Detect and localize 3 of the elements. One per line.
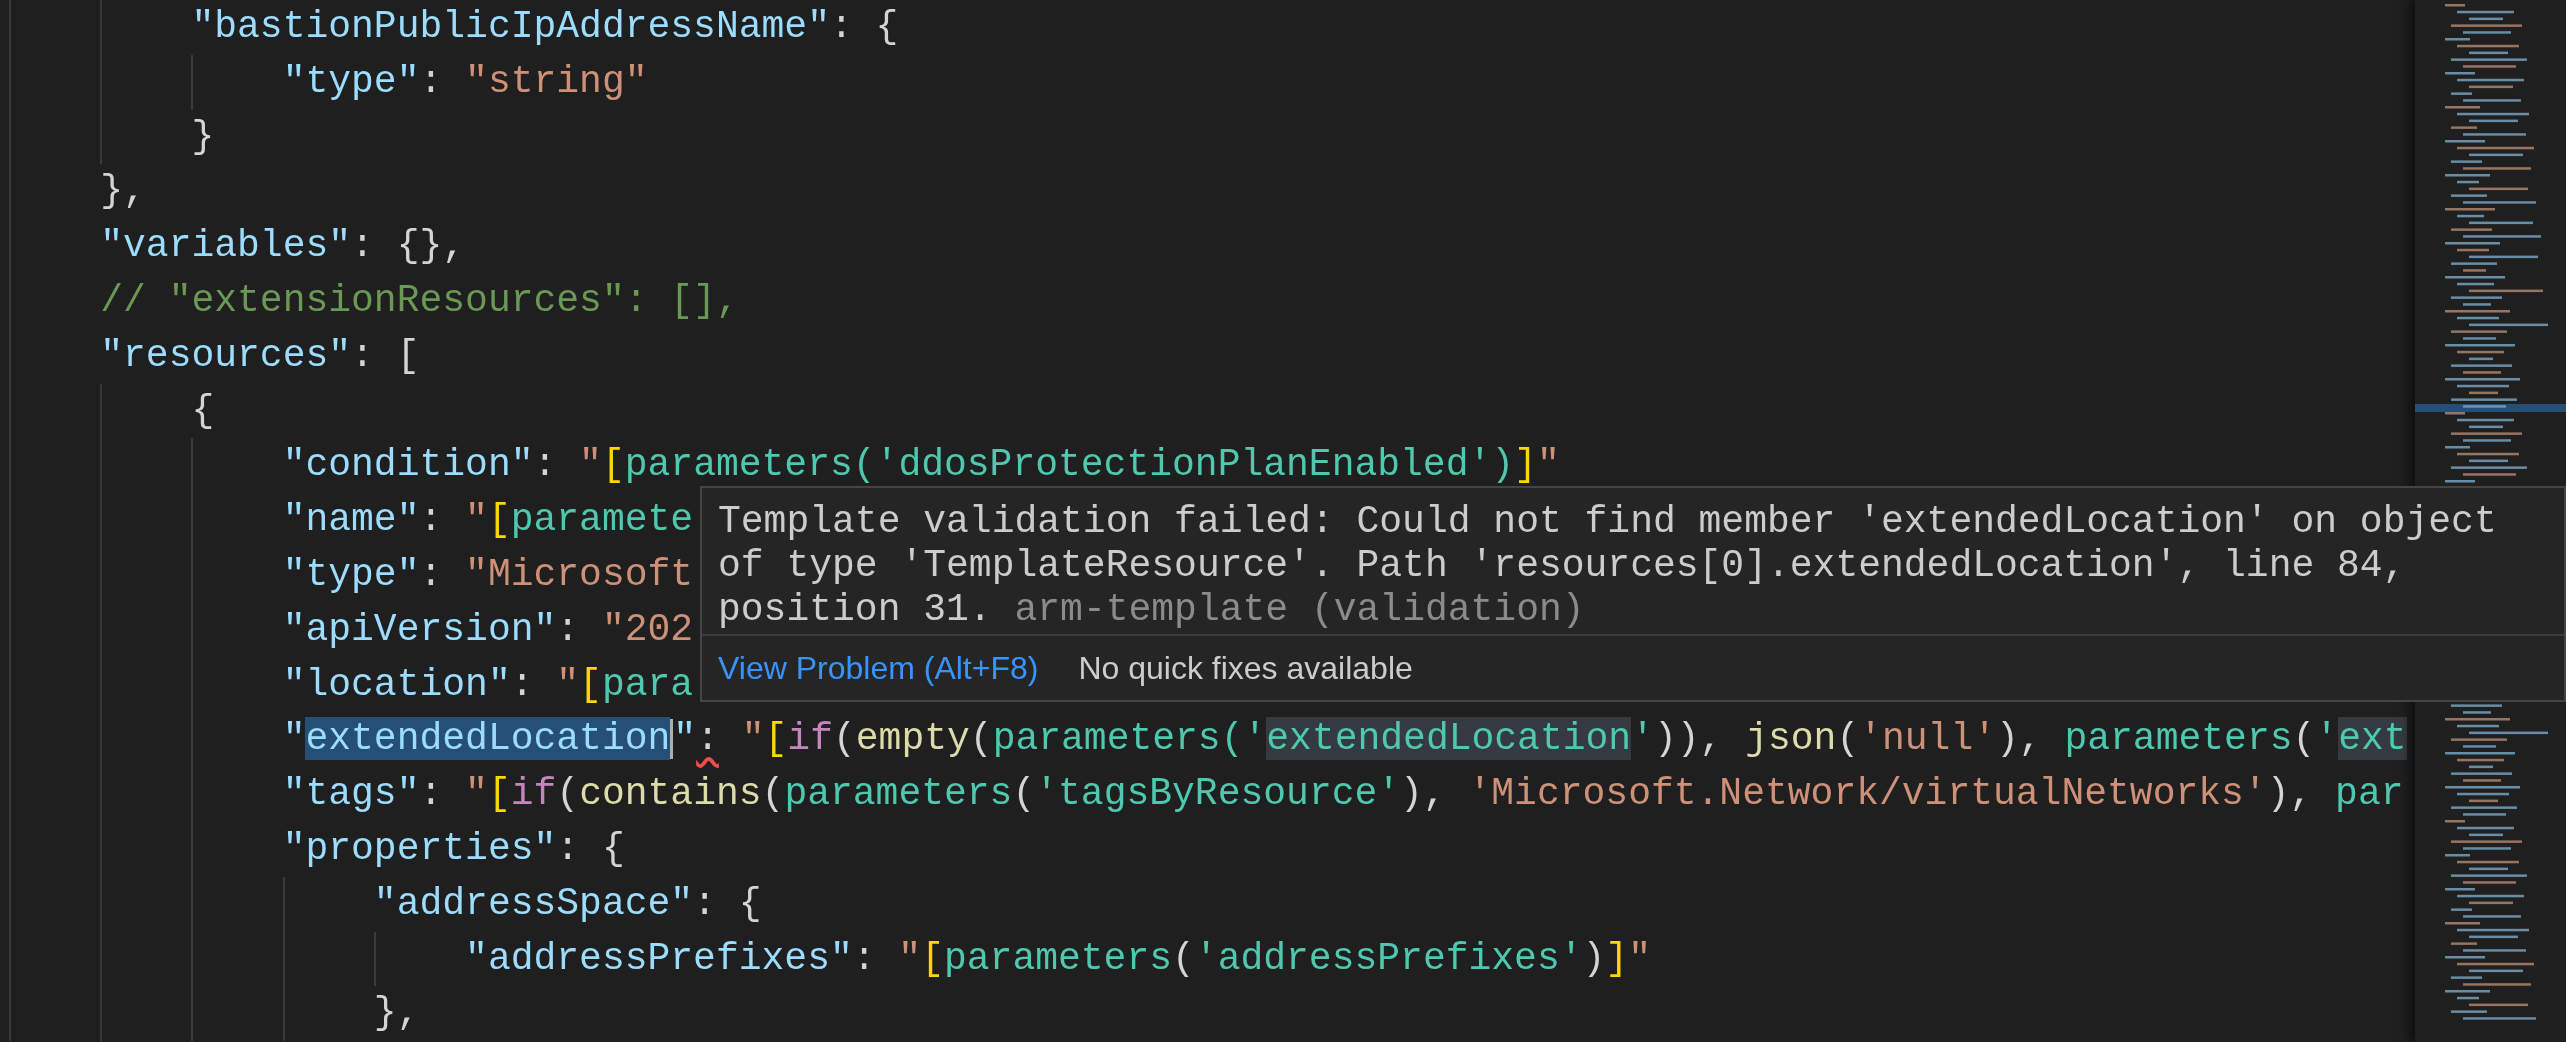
error-message: Template validation failed: Could not find member 'extendedLocation' on object of type 'TemplateResource'. Path 'resources[0].extendedLocation', line 84, position 31. arm-template (validation)	[717, 499, 2498, 633]
view-problem-link[interactable]: View Problem (Alt+F8)	[718, 649, 1039, 687]
quick-fix-note: No quick fixes available	[1078, 649, 1413, 687]
